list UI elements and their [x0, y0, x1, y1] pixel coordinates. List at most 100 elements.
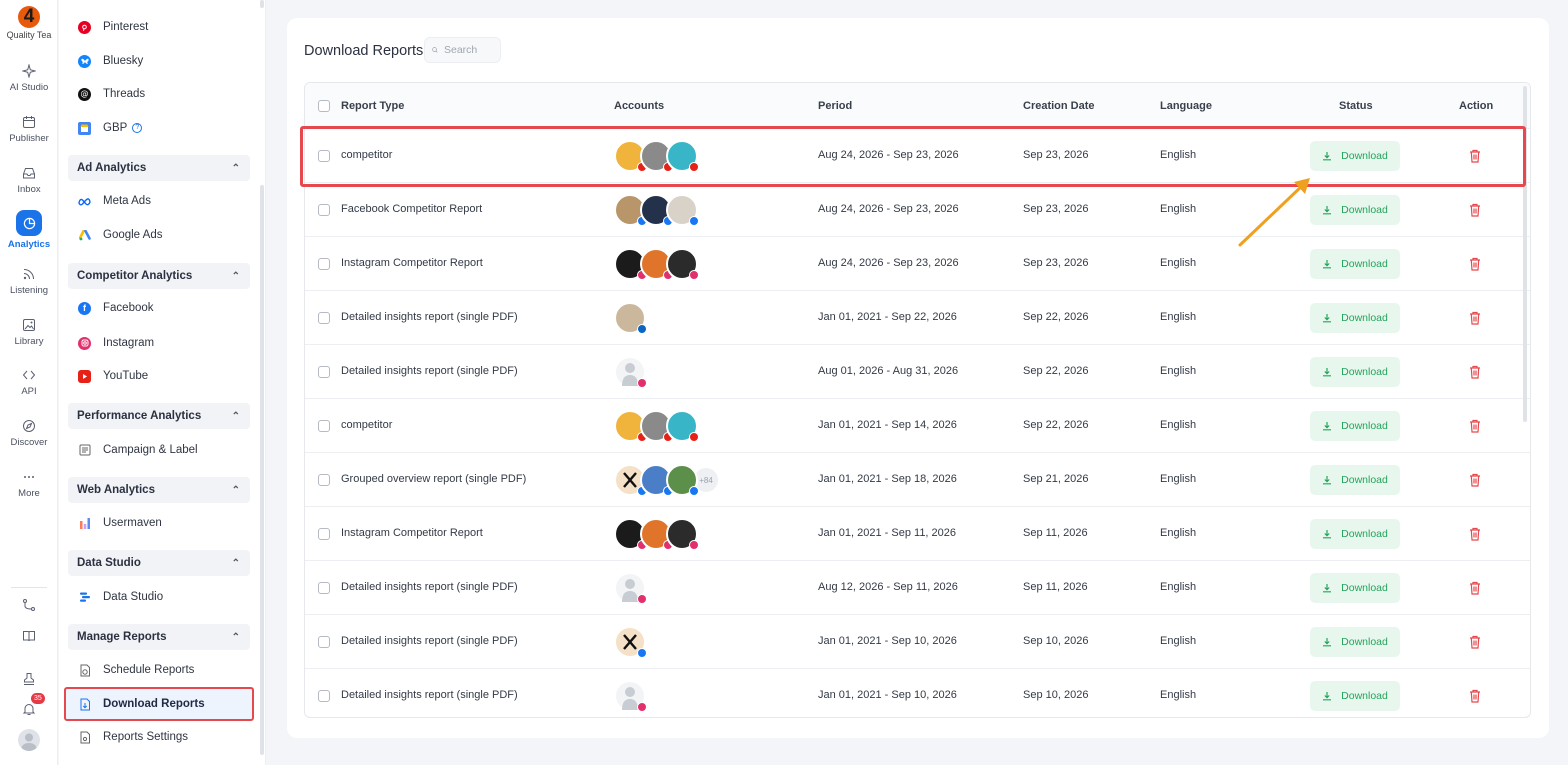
rail-item-ai-studio[interactable]: AI Studio [0, 64, 58, 93]
download-button[interactable]: Download [1310, 573, 1400, 603]
sidebar-item-campaign-label[interactable]: Campaign & Label [68, 436, 254, 464]
search-box[interactable] [424, 37, 501, 63]
workspace-logo[interactable]: 4 Quality Tea [0, 6, 58, 40]
branch-icon [23, 599, 35, 611]
delete-icon[interactable] [1469, 257, 1481, 271]
chevron-up-icon: ⌃ [231, 484, 240, 496]
rail-item-label: API [21, 386, 37, 397]
rail-item-discover[interactable]: Discover [0, 419, 58, 448]
download-button[interactable]: Download [1310, 303, 1400, 333]
section-header-data-studio[interactable]: Data Studio ⌃ [68, 550, 250, 576]
column-header-creation-date[interactable]: Creation Date [1023, 100, 1095, 112]
row-checkbox[interactable] [318, 420, 330, 432]
sidebar-item-reports-settings[interactable]: Reports Settings [68, 723, 254, 751]
delete-icon[interactable] [1469, 203, 1481, 217]
user-avatar[interactable] [18, 729, 40, 751]
table-row: Detailed insights report (single PDF) Aug… [305, 345, 1530, 399]
sidebar-item-competitor-instagram[interactable]: Instagram [68, 329, 254, 357]
column-header-period[interactable]: Period [818, 100, 852, 112]
row-checkbox[interactable] [318, 366, 330, 378]
sidebar-item-competitor-youtube[interactable]: YouTube [68, 362, 254, 390]
download-button[interactable]: Download [1310, 627, 1400, 657]
download-button[interactable]: Download [1310, 195, 1400, 225]
delete-icon[interactable] [1469, 689, 1481, 703]
account-avatar [666, 410, 699, 442]
download-button[interactable]: Download [1310, 519, 1400, 549]
network-badge-icon [689, 162, 699, 172]
delete-icon[interactable] [1469, 365, 1481, 379]
sidebar-item-download-reports[interactable]: Download Reports [64, 687, 254, 721]
rail-item-listening[interactable]: Listening [0, 267, 58, 296]
table-row: Detailed insights report (single PDF) Jan… [305, 669, 1530, 717]
account-avatar [614, 302, 647, 334]
threads-icon: @ [78, 87, 91, 101]
delete-icon[interactable] [1469, 311, 1481, 325]
row-checkbox[interactable] [318, 312, 330, 324]
rail-stamp-button[interactable] [0, 672, 58, 691]
sidebar-item-threads[interactable]: @ Threads [68, 80, 254, 108]
report-period: Aug 24, 2026 - Sep 23, 2026 [818, 257, 959, 269]
row-checkbox[interactable] [318, 636, 330, 648]
select-all-checkbox[interactable] [318, 100, 330, 112]
column-header-report-type[interactable]: Report Type [341, 100, 404, 112]
account-avatar [666, 194, 699, 226]
help-icon[interactable]: ? [132, 123, 143, 133]
sidebar-item-pinterest[interactable]: Pinterest [68, 13, 254, 41]
delete-icon[interactable] [1469, 419, 1481, 433]
delete-icon[interactable] [1469, 473, 1481, 487]
download-button[interactable]: Download [1310, 411, 1400, 441]
rail-item-api[interactable]: API [0, 368, 58, 397]
sidebar-item-schedule-reports[interactable]: Schedule Reports [68, 656, 254, 684]
download-button-label: Download [1341, 312, 1388, 324]
download-icon [1323, 476, 1332, 485]
rail-item-analytics[interactable]: Analytics [0, 210, 58, 250]
rail-item-more[interactable]: More [0, 470, 58, 499]
section-header-web-analytics[interactable]: Web Analytics ⌃ [68, 477, 250, 503]
sidebar-scrollbar-thumb[interactable] [260, 185, 264, 755]
stamp-icon [24, 673, 34, 685]
download-button[interactable]: Download [1310, 681, 1400, 711]
sidebar-item-gbp[interactable]: GBP ? [68, 114, 254, 142]
rail-item-library[interactable]: Library [0, 318, 58, 347]
sidebar-item-bluesky[interactable]: Bluesky [68, 47, 254, 75]
section-header-manage-reports[interactable]: Manage Reports ⌃ [68, 624, 250, 650]
left-rail: 4 Quality Tea AI Studio Publisher Inbox … [0, 0, 58, 765]
download-button[interactable]: Download [1310, 357, 1400, 387]
report-type: Detailed insights report (single PDF) [341, 689, 518, 701]
table-scrollbar-thumb[interactable] [1523, 86, 1527, 422]
delete-icon[interactable] [1469, 581, 1481, 595]
row-checkbox[interactable] [318, 528, 330, 540]
column-header-action: Action [1459, 100, 1494, 112]
download-button[interactable]: Download [1310, 141, 1400, 171]
section-header-competitor-analytics[interactable]: Competitor Analytics ⌃ [68, 263, 250, 289]
rail-item-label: Discover [10, 437, 48, 448]
download-button[interactable]: Download [1310, 249, 1400, 279]
delete-icon[interactable] [1469, 527, 1481, 541]
row-checkbox[interactable] [318, 150, 330, 162]
rail-guide-button[interactable] [0, 629, 58, 648]
section-header-ad-analytics[interactable]: Ad Analytics ⌃ [68, 155, 250, 181]
row-checkbox[interactable] [318, 474, 330, 486]
sidebar-item-data-studio[interactable]: Data Studio [68, 583, 254, 611]
sidebar-item-competitor-facebook[interactable]: f Facebook [68, 294, 254, 322]
sidebar-item-meta-ads[interactable]: Meta Ads [68, 187, 254, 215]
row-checkbox[interactable] [318, 258, 330, 270]
report-period: Jan 01, 2021 - Sep 14, 2026 [818, 419, 957, 431]
table-row: Detailed insights report (single PDF) Aug… [305, 561, 1530, 615]
rail-item-inbox[interactable]: Inbox [0, 166, 58, 195]
delete-icon[interactable] [1469, 635, 1481, 649]
search-input[interactable] [444, 44, 500, 56]
sidebar-item-usermaven[interactable]: Usermaven [68, 509, 254, 537]
sidebar-item-google-ads[interactable]: Google Ads [68, 221, 254, 249]
sidebar-scrollbar-top[interactable] [260, 0, 264, 8]
delete-icon[interactable] [1469, 149, 1481, 163]
section-header-performance-analytics[interactable]: Performance Analytics ⌃ [68, 403, 250, 429]
download-button[interactable]: Download [1310, 465, 1400, 495]
row-checkbox[interactable] [318, 582, 330, 594]
rail-item-publisher[interactable]: Publisher [0, 115, 58, 144]
row-checkbox[interactable] [318, 204, 330, 216]
rail-notifications-button[interactable] [0, 702, 58, 721]
account-avatars [614, 518, 699, 550]
rail-integrations-button[interactable] [0, 598, 58, 617]
row-checkbox[interactable] [318, 690, 330, 702]
